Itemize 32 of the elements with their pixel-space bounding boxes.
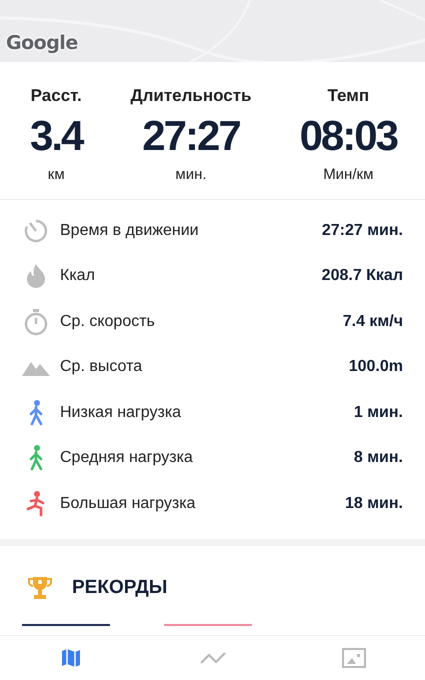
stat-value: 3.4 xyxy=(30,112,82,160)
detail-value: 208.7 Ккал xyxy=(322,267,403,286)
detail-value: 100.0m xyxy=(348,358,403,376)
detail-label: Время в движении xyxy=(60,222,200,240)
detail-label: Низкая нагрузка xyxy=(60,404,182,422)
stopwatch-icon xyxy=(23,308,49,336)
flame-icon xyxy=(24,263,48,290)
stat-label: Расст. xyxy=(30,86,82,106)
line-chart-icon xyxy=(198,650,226,666)
stat-unit: Мин/км xyxy=(323,166,374,183)
detail-label: Большая нагрузка xyxy=(60,494,196,513)
detail-label: Ср. высота xyxy=(60,358,144,376)
detail-value: 7.4 км/ч xyxy=(342,312,403,331)
stat-label: Темп xyxy=(327,86,370,106)
stat-value: 27:27 xyxy=(142,112,240,160)
detail-label: Средняя нагрузка xyxy=(60,449,194,468)
stat-unit: мин. xyxy=(175,166,207,183)
map-attribution: Google xyxy=(6,32,78,54)
stat-value: 08:03 xyxy=(300,112,397,160)
trophy-icon xyxy=(28,574,52,600)
detail-value: 1 мин. xyxy=(354,404,403,422)
section-title: РЕКОРДЫ xyxy=(72,576,168,598)
detail-value: 18 мин. xyxy=(344,494,403,513)
detail-value: 27:27 мин. xyxy=(322,222,403,240)
image-icon xyxy=(342,648,366,668)
detail-value: 8 мин. xyxy=(354,449,403,468)
stat-unit: км xyxy=(48,166,65,183)
map-icon xyxy=(60,647,82,669)
detail-label: Ккал xyxy=(60,267,96,286)
stat-label: Длительность xyxy=(130,86,252,106)
timer-icon xyxy=(23,218,49,244)
detail-label: Ср. скорость xyxy=(60,312,156,331)
